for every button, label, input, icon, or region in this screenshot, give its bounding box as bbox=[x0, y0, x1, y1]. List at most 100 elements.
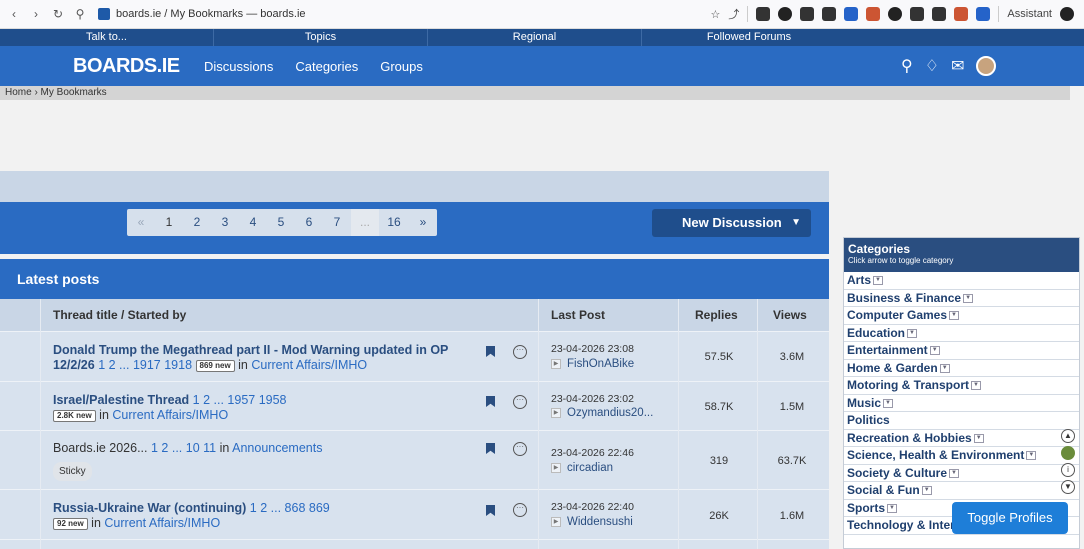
thread-pages[interactable]: 1 2 ... 868 869 bbox=[250, 501, 330, 515]
nav-categories[interactable]: Categories bbox=[295, 59, 358, 74]
star-icon[interactable]: ☆ bbox=[710, 8, 720, 21]
share-icon[interactable]: ⤴ bbox=[728, 6, 739, 22]
search-icon[interactable]: ⚲ bbox=[901, 56, 913, 76]
reload-icon[interactable]: ↻ bbox=[50, 7, 66, 21]
extension-icon[interactable] bbox=[778, 7, 793, 21]
category-label[interactable]: Science, Health & Environment bbox=[847, 448, 1024, 462]
bookmark-icon[interactable] bbox=[486, 396, 495, 407]
category-label[interactable]: Home & Garden bbox=[847, 361, 938, 375]
top-nav-talk-to[interactable]: Talk to... bbox=[0, 29, 214, 46]
category-label[interactable]: Music bbox=[847, 396, 881, 410]
extension-icon[interactable] bbox=[800, 7, 815, 21]
back-icon[interactable]: ‹ bbox=[6, 7, 22, 21]
nav-groups[interactable]: Groups bbox=[380, 59, 423, 74]
profile-icon[interactable] bbox=[1060, 7, 1074, 21]
chevron-down-icon[interactable]: ▼ bbox=[973, 433, 984, 443]
thread-pages[interactable]: 1 2 ... 1917 1918 bbox=[98, 358, 192, 372]
last-post-username[interactable]: Ozymandius20... bbox=[567, 407, 653, 419]
chevron-down-icon[interactable]: ▼ bbox=[939, 363, 950, 373]
extension-icon[interactable] bbox=[844, 7, 859, 21]
extension-icon[interactable] bbox=[822, 7, 837, 21]
category-item[interactable]: Home & Garden ▼ bbox=[844, 360, 1079, 377]
category-item[interactable]: Arts ▼ bbox=[844, 272, 1079, 290]
thread-title-link[interactable]: Russia-Ukraine War (continuing) bbox=[53, 501, 246, 515]
chevron-down-icon[interactable]: ▼ bbox=[791, 209, 801, 237]
chevron-down-icon[interactable]: ▼ bbox=[949, 468, 960, 478]
chevron-down-icon[interactable]: ▼ bbox=[963, 293, 974, 303]
pager-page[interactable]: 7 bbox=[323, 209, 351, 236]
scroll-down-icon[interactable]: ▼ bbox=[1061, 480, 1075, 494]
pager-page[interactable]: 2 bbox=[183, 209, 211, 236]
chevron-down-icon[interactable]: ▼ bbox=[873, 276, 884, 286]
new-discussion-button[interactable]: New Discussion ▼ bbox=[652, 209, 811, 237]
thread-pages[interactable]: 1 2 ... 10 11 bbox=[151, 441, 216, 455]
extension-icon[interactable] bbox=[866, 7, 881, 21]
pager-page[interactable]: 1 bbox=[155, 209, 183, 236]
extension-icon[interactable] bbox=[954, 7, 969, 21]
thread-pages[interactable]: 1 2 ... 1957 1958 bbox=[193, 393, 287, 407]
toggle-profiles-button[interactable]: Toggle Profiles bbox=[952, 502, 1068, 534]
forum-link[interactable]: Announcements bbox=[232, 441, 322, 455]
address-bar[interactable]: boards.ie / My Bookmarks — boards.ie bbox=[116, 8, 306, 20]
category-label[interactable]: Motoring & Transport bbox=[847, 378, 969, 392]
category-item[interactable]: Motoring & Transport ▼ bbox=[844, 377, 1079, 395]
avatar[interactable] bbox=[976, 56, 997, 76]
category-label[interactable]: Entertainment bbox=[847, 343, 928, 357]
last-post-username[interactable]: Widdensushi bbox=[567, 516, 633, 528]
table-row[interactable] bbox=[0, 539, 829, 549]
scroll-up-icon[interactable]: ▲ bbox=[1061, 429, 1075, 443]
chevron-down-icon[interactable]: ▼ bbox=[907, 328, 918, 338]
category-item[interactable]: Science, Health & Environment ▼ bbox=[844, 447, 1079, 465]
more-options-icon[interactable]: ··· bbox=[513, 442, 527, 456]
category-label[interactable]: Society & Culture bbox=[847, 466, 947, 480]
chevron-down-icon[interactable]: ▼ bbox=[883, 398, 894, 408]
category-label[interactable]: Arts bbox=[847, 273, 871, 287]
last-post-username[interactable]: FishOnABike bbox=[567, 358, 634, 370]
table-row[interactable]: Donald Trump the Megathread part II - Mo… bbox=[0, 331, 829, 381]
category-item[interactable]: Computer Games ▼ bbox=[844, 307, 1079, 325]
assistant-button[interactable]: Assistant bbox=[1007, 8, 1052, 20]
extension-icon[interactable] bbox=[932, 7, 947, 21]
category-item[interactable]: Music ▼ bbox=[844, 395, 1079, 412]
mail-icon[interactable]: ✉ bbox=[951, 56, 964, 76]
extension-icon[interactable] bbox=[976, 7, 991, 21]
pager-page[interactable]: 5 bbox=[267, 209, 295, 236]
chevron-down-icon[interactable]: ▼ bbox=[971, 381, 981, 391]
top-nav-regional[interactable]: Regional bbox=[428, 29, 642, 46]
extension-icon[interactable] bbox=[910, 7, 925, 21]
more-options-icon[interactable]: ··· bbox=[513, 345, 527, 359]
more-options-icon[interactable]: ··· bbox=[513, 395, 527, 409]
category-label[interactable]: Computer Games bbox=[847, 308, 947, 322]
category-item[interactable]: Entertainment ▼ bbox=[844, 342, 1079, 360]
pager-page[interactable]: 4 bbox=[239, 209, 267, 236]
pager-page-last[interactable]: 16 bbox=[379, 209, 409, 236]
extension-icon[interactable] bbox=[888, 7, 903, 21]
top-nav-followed-forums[interactable]: Followed Forums bbox=[642, 29, 856, 46]
info-icon[interactable]: i bbox=[1061, 463, 1075, 477]
category-label[interactable]: Politics bbox=[847, 413, 890, 427]
thread-title-link[interactable]: Israel/Palestine Thread bbox=[53, 393, 189, 407]
bookmark-icon[interactable] bbox=[486, 346, 495, 357]
microphone-icon[interactable]: ⚲ bbox=[72, 7, 88, 21]
chevron-down-icon[interactable]: ▼ bbox=[929, 346, 940, 356]
forum-link[interactable]: Current Affairs/IMHO bbox=[104, 516, 220, 530]
last-post-user[interactable]: ▶ Widdensushi bbox=[551, 516, 633, 528]
more-options-icon[interactable]: ··· bbox=[513, 503, 527, 517]
last-post-user[interactable]: ▶ Ozymandius20... bbox=[551, 407, 653, 419]
category-item[interactable]: Recreation & Hobbies ▼ bbox=[844, 430, 1079, 447]
category-item[interactable]: Politics bbox=[844, 412, 1079, 430]
nav-discussions[interactable]: Discussions bbox=[204, 59, 273, 74]
pager-page[interactable]: 6 bbox=[295, 209, 323, 236]
table-row[interactable]: Boards.ie 2026... 1 2 ... 10 11 in Annou… bbox=[0, 430, 829, 489]
extension-icon[interactable] bbox=[756, 7, 771, 21]
table-row[interactable]: Israel/Palestine Thread 1 2 ... 1957 195… bbox=[0, 381, 829, 430]
last-post-user[interactable]: ▶ circadian bbox=[551, 462, 613, 474]
category-label[interactable]: Business & Finance bbox=[847, 291, 961, 305]
pager-page[interactable]: 3 bbox=[211, 209, 239, 236]
bell-icon[interactable]: ♢ bbox=[925, 56, 939, 76]
bookmark-icon[interactable] bbox=[486, 505, 495, 516]
category-item[interactable]: Society & Culture ▼ bbox=[844, 465, 1079, 482]
chevron-down-icon[interactable]: ▼ bbox=[887, 503, 898, 513]
chevron-down-icon[interactable]: ▼ bbox=[921, 486, 932, 496]
forward-icon[interactable]: › bbox=[28, 7, 44, 21]
